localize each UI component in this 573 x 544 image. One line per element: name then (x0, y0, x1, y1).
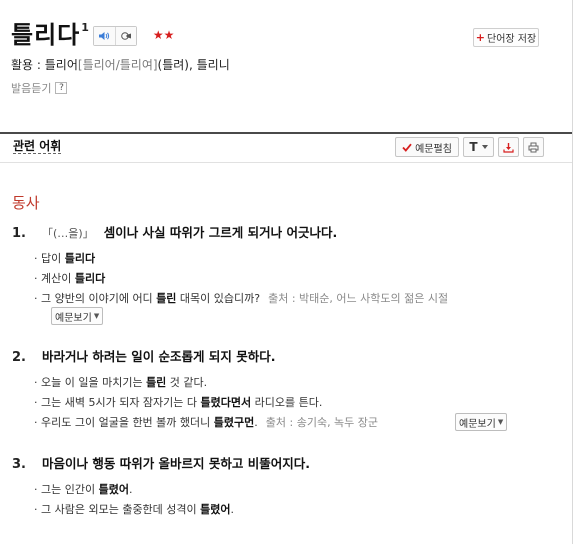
example-text-end: 라디오를 튼다. (251, 396, 323, 409)
more-examples-label: 예문보기 (55, 312, 92, 324)
sense-grammar-note: 「(…을)」 (42, 227, 94, 240)
pronunciation-listen-link[interactable]: 발음듣기 (11, 80, 51, 96)
sound-buttons (92, 26, 137, 46)
related-words-tab[interactable]: 관련 어휘 (13, 139, 62, 154)
sense-number: 3. (12, 457, 26, 472)
save-to-wordbook-label: 단어장 저장 (487, 34, 537, 45)
example-source: 출처 : 박태순, 어느 사학도의 젊은 시절 (268, 292, 449, 305)
help-icon[interactable]: ? (55, 82, 68, 94)
sense-definition: 바라거나 하려는 일이 순조롭게 되지 못하다. (42, 349, 276, 364)
example-text: · 그는 새벽 5시가 되자 잠자기는 다 (34, 396, 201, 409)
example-item: · 그 사람은 외모는 출중한데 성격이 틀렸어. (34, 501, 234, 517)
sense-number: 2. (12, 350, 26, 365)
print-icon (528, 142, 539, 152)
download-icon (503, 142, 514, 153)
sense-3: 3. 마음이나 행동 따위가 올바르지 못하고 비뚤어지다. (12, 453, 310, 472)
homonym-number: 1 (81, 21, 89, 34)
conjugation-pronunciation: [틀리어/틀리여] (77, 58, 158, 72)
sense-2: 2. 바라거나 하려는 일이 순조롭게 되지 못하다. (12, 346, 276, 365)
chevron-down-icon: ▼ (93, 312, 100, 320)
headword: 틀리다 (11, 21, 81, 49)
example-highlight: 틀리다 (74, 272, 106, 285)
slow-speaker-icon (121, 32, 131, 40)
font-size-label: T (469, 140, 478, 154)
print-button[interactable] (523, 137, 544, 157)
conjugation-contracted: (틀려) (157, 58, 189, 72)
importance-stars: ★★ (152, 28, 175, 42)
pronunciation-row: 발음듣기 ? (11, 80, 68, 96)
conjugation-form-2: 틀리니 (196, 58, 230, 72)
example-text-end: . (128, 483, 133, 496)
sense-number: 1. (12, 226, 26, 241)
example-highlight: 틀렸다면서 (200, 396, 252, 409)
conjugation-separator: , (189, 58, 197, 72)
plus-icon: + (475, 31, 486, 44)
example-item: · 계산이 틀리다 (34, 270, 105, 286)
example-text-end: 것 같다. (166, 376, 208, 389)
sense-1: 1. 「(…을)」 셈이나 사실 따위가 그르게 되거나 어긋나다. (12, 222, 337, 241)
example-item: · 그는 인간이 틀렸어. (34, 481, 132, 497)
example-text-end: . (230, 503, 235, 516)
example-highlight: 틀린 (146, 376, 167, 389)
example-text: · 오늘 이 일을 마치기는 (34, 376, 147, 389)
conjugation-line: 활용 : 틀리어[틀리어/틀리여](틀려), 틀리니 (11, 56, 230, 73)
example-text: · 그 양반의 이야기에 어디 (34, 292, 157, 305)
conjugation-label: 활용 : (11, 58, 45, 72)
example-item: · 그 양반의 이야기에 어디 틀린 대목이 있습디까? 출처 : 박태순, 어느… (34, 290, 448, 306)
section-top-line (0, 132, 572, 134)
example-highlight: 틀렸어 (98, 483, 129, 496)
part-of-speech: 동사 (12, 194, 40, 212)
example-text: · 그는 인간이 (34, 483, 99, 496)
more-examples-button[interactable]: 예문보기 ▼ (51, 307, 104, 325)
entry-header: 틀리다 1 ★★ (11, 20, 174, 50)
example-source: 출처 : 송기숙, 녹두 장군 (265, 416, 379, 429)
download-button[interactable] (498, 137, 519, 157)
example-text: · 그 사람은 외모는 출중한데 성격이 (34, 503, 201, 516)
example-text: · 계산이 (34, 272, 75, 285)
example-highlight: 틀렸어 (200, 503, 231, 516)
example-highlight: 틀렸구먼 (213, 416, 255, 429)
expand-examples-label: 예문펼침 (415, 143, 452, 155)
chevron-down-icon (481, 145, 488, 149)
font-size-button[interactable]: T (463, 137, 494, 157)
view-toolbar: 예문펼침 T (395, 137, 544, 157)
example-highlight: 틀린 (156, 292, 177, 305)
example-item: · 그는 새벽 5시가 되자 잠자기는 다 틀렸다면서 라디오를 튼다. (34, 394, 322, 410)
more-examples-button[interactable]: 예문보기 ▼ (455, 413, 508, 431)
save-to-wordbook-button[interactable]: + 단어장 저장 (473, 28, 539, 47)
listen-button[interactable] (93, 27, 115, 45)
example-text: · 우리도 그이 얼굴을 한번 볼까 했더니 (34, 416, 214, 429)
example-text: · 답이 (34, 252, 65, 265)
example-item: · 오늘 이 일을 마치기는 틀린 것 같다. (34, 374, 207, 390)
example-item: · 우리도 그이 얼굴을 한번 볼까 했더니 틀렸구먼. 출처 : 송기숙, 녹두… (34, 414, 378, 430)
conjugation-form: 틀리어 (44, 58, 78, 72)
example-text-end: 대목이 있습디까? (176, 292, 261, 305)
chevron-down-icon: ▼ (497, 418, 504, 426)
example-item: · 답이 틀리다 (34, 250, 95, 266)
speaker-icon (99, 32, 110, 40)
toolbar-divider (0, 162, 572, 163)
example-highlight: 틀리다 (64, 252, 96, 265)
sense-definition: 셈이나 사실 따위가 그르게 되거나 어긋나다. (103, 225, 338, 240)
checkmark-icon (402, 143, 412, 152)
listen-slow-button[interactable] (114, 27, 136, 45)
expand-examples-button[interactable]: 예문펼침 (395, 137, 459, 157)
more-examples-label: 예문보기 (459, 418, 496, 430)
example-text-end: . (254, 416, 258, 429)
sense-definition: 마음이나 행동 따위가 올바르지 못하고 비뚤어지다. (42, 456, 311, 471)
